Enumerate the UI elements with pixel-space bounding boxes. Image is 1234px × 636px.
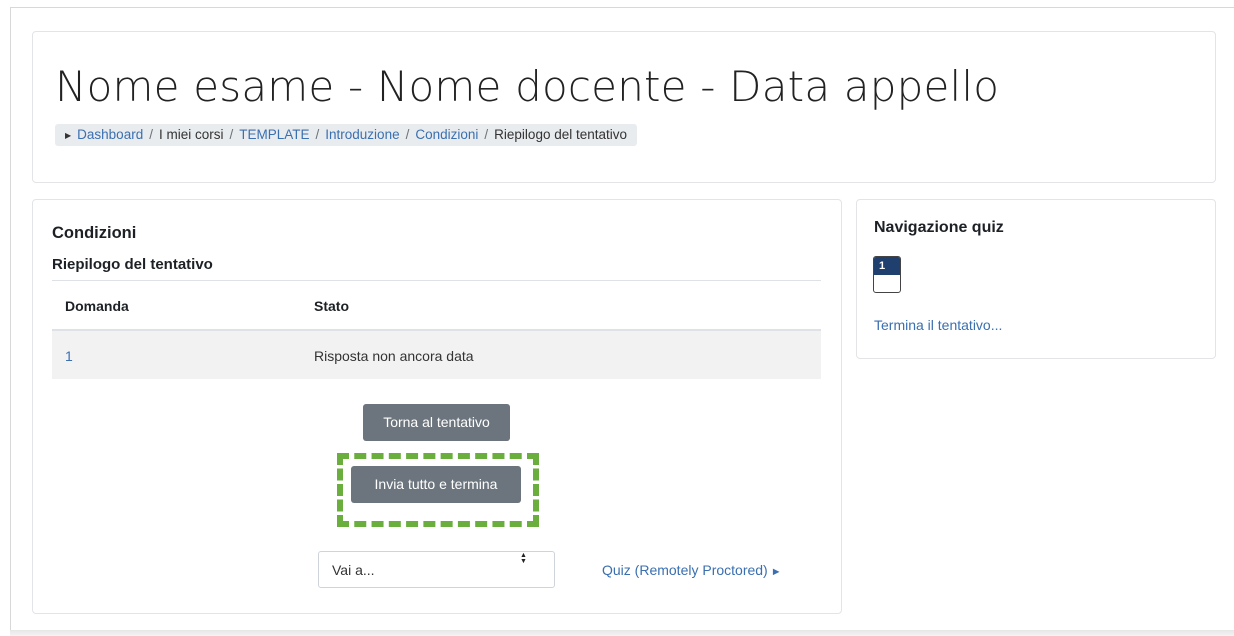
breadcrumb-template[interactable]: TEMPLATE xyxy=(239,127,309,142)
quiz-navigation-title: Navigazione quiz xyxy=(874,219,1004,236)
breadcrumb-separator: / xyxy=(405,127,410,142)
return-to-attempt-button[interactable]: Torna al tentativo xyxy=(363,404,510,441)
breadcrumb-separator: / xyxy=(229,127,234,142)
jump-to-select-value: Vai a... xyxy=(332,562,375,578)
summary-table: Domanda Stato 1 Risposta non ancora data xyxy=(52,280,821,379)
breadcrumb-separator: / xyxy=(484,127,489,142)
arrow-right-icon: ► xyxy=(770,566,782,578)
next-activity-link[interactable]: Quiz (Remotely Proctored) ► xyxy=(602,562,782,578)
window-border-top xyxy=(10,7,1234,8)
next-activity-label: Quiz (Remotely Proctored) xyxy=(602,562,768,578)
summary-subtitle: Riepilogo del tentativo xyxy=(52,256,213,273)
breadcrumb-separator: / xyxy=(149,127,153,142)
breadcrumb-current: Riepilogo del tentativo xyxy=(494,127,628,142)
quiz-navigation-block: Navigazione quiz 1 Termina il tentativo.… xyxy=(856,199,1216,359)
page-title: Nome esame - Nome docente - Data appello xyxy=(55,62,1000,111)
page-header: Nome esame - Nome docente - Data appello… xyxy=(32,31,1216,183)
breadcrumb-toggle-icon[interactable]: ▶ xyxy=(65,131,71,140)
breadcrumb-introduction[interactable]: Introduzione xyxy=(325,127,399,142)
table-row: 1 Risposta non ancora data xyxy=(52,331,821,379)
question-link[interactable]: 1 xyxy=(65,348,73,364)
finish-attempt-link[interactable]: Termina il tentativo... xyxy=(874,317,1002,333)
column-header-status: Stato xyxy=(314,298,349,314)
window-border-left xyxy=(10,7,11,636)
breadcrumb-separator: / xyxy=(315,127,320,142)
table-header-row: Domanda Stato xyxy=(52,281,821,331)
window-border-bottom xyxy=(10,630,1234,636)
select-arrows-icon: ▲▼ xyxy=(520,552,527,564)
breadcrumb-dashboard[interactable]: Dashboard xyxy=(77,127,143,142)
breadcrumb: ▶ Dashboard / I miei corsi / TEMPLATE / Introdu… xyxy=(55,124,638,146)
column-header-question: Domanda xyxy=(65,298,129,314)
breadcrumb-conditions[interactable]: Condizioni xyxy=(415,127,478,142)
attempt-summary-panel: Condizioni Riepilogo del tentativo Doman… xyxy=(32,199,842,614)
question-status: Risposta non ancora data xyxy=(314,348,474,364)
section-title: Condizioni xyxy=(52,224,137,242)
breadcrumb-my-courses: I miei corsi xyxy=(158,127,224,142)
quiz-question-number: 1 xyxy=(874,257,900,275)
submit-all-and-finish-button[interactable]: Invia tutto e termina xyxy=(351,466,521,503)
jump-to-select[interactable]: Vai a... ▲▼ xyxy=(318,551,555,588)
quiz-question-button[interactable]: 1 xyxy=(873,256,901,293)
